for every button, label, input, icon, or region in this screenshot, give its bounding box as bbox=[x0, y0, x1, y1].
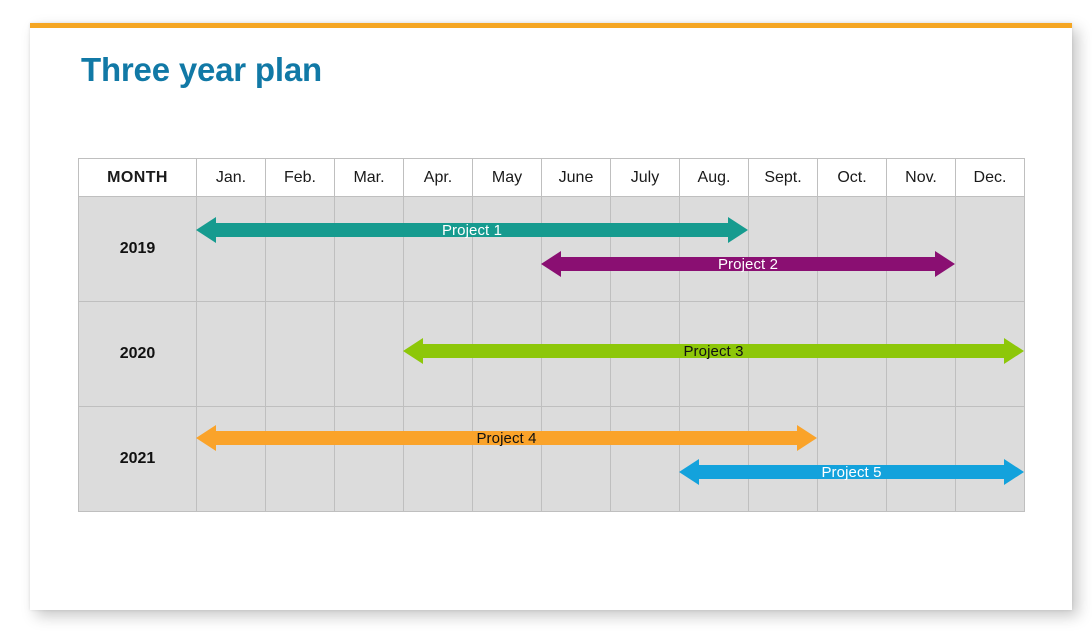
cell bbox=[817, 196, 887, 302]
cell bbox=[196, 406, 266, 512]
gantt-table-container: MONTH Jan. Feb. Mar. Apr. May June July … bbox=[78, 158, 1025, 512]
column-header-july: July bbox=[610, 158, 680, 197]
cell bbox=[403, 196, 473, 302]
gantt-bar-project-5[interactable]: Project 5 bbox=[679, 459, 1024, 485]
slide-canvas: Three year plan MONTH Jan. Feb. Mar. Apr… bbox=[30, 23, 1072, 610]
cell bbox=[541, 406, 611, 512]
slide-accent-bar bbox=[30, 23, 1072, 28]
page-title: Three year plan bbox=[81, 51, 322, 88]
column-header-may: May bbox=[472, 158, 542, 197]
column-header-mar: Mar. bbox=[334, 158, 404, 197]
gantt-bar-label: Project 1 bbox=[441, 221, 503, 239]
table-header-row: MONTH Jan. Feb. Mar. Apr. May June July … bbox=[78, 158, 1025, 197]
cell bbox=[196, 196, 266, 302]
gantt-bar-project-2[interactable]: Project 2 bbox=[541, 251, 955, 277]
gantt-bar-label: Project 5 bbox=[821, 463, 882, 481]
column-header-sept: Sept. bbox=[748, 158, 818, 197]
column-header-feb: Feb. bbox=[265, 158, 335, 197]
column-header-apr: Apr. bbox=[403, 158, 473, 197]
gantt-bar-project-1[interactable]: Project 1 bbox=[196, 217, 748, 243]
cell bbox=[679, 196, 749, 302]
column-header-month: MONTH bbox=[78, 158, 197, 197]
gantt-bar-project-4[interactable]: Project 4 bbox=[196, 425, 817, 451]
cell bbox=[334, 301, 404, 407]
gantt-bar-label: Project 4 bbox=[476, 429, 537, 447]
column-header-aug: Aug. bbox=[679, 158, 749, 197]
cell bbox=[334, 196, 404, 302]
cell bbox=[472, 406, 542, 512]
cell bbox=[541, 196, 611, 302]
gantt-bar-label: Project 2 bbox=[717, 255, 779, 273]
column-header-nov: Nov. bbox=[886, 158, 956, 197]
column-header-oct: Oct. bbox=[817, 158, 887, 197]
cell bbox=[403, 406, 473, 512]
row-header-2021: 2021 bbox=[78, 406, 197, 512]
cell bbox=[886, 196, 956, 302]
cell bbox=[472, 196, 542, 302]
cell bbox=[334, 406, 404, 512]
cell bbox=[265, 196, 335, 302]
row-header-2019: 2019 bbox=[78, 196, 197, 302]
gantt-bar-project-3[interactable]: Project 3 bbox=[403, 338, 1024, 364]
cell bbox=[610, 196, 680, 302]
gantt-bar-label: Project 3 bbox=[683, 342, 744, 360]
cell bbox=[196, 301, 266, 407]
column-header-jan: Jan. bbox=[196, 158, 266, 197]
cell bbox=[265, 406, 335, 512]
column-header-dec: Dec. bbox=[955, 158, 1025, 197]
cell bbox=[610, 406, 680, 512]
cell bbox=[265, 301, 335, 407]
cell bbox=[748, 196, 818, 302]
cell bbox=[955, 196, 1025, 302]
column-header-june: June bbox=[541, 158, 611, 197]
row-header-2020: 2020 bbox=[78, 301, 197, 407]
table-row: 2019 bbox=[78, 196, 1025, 302]
